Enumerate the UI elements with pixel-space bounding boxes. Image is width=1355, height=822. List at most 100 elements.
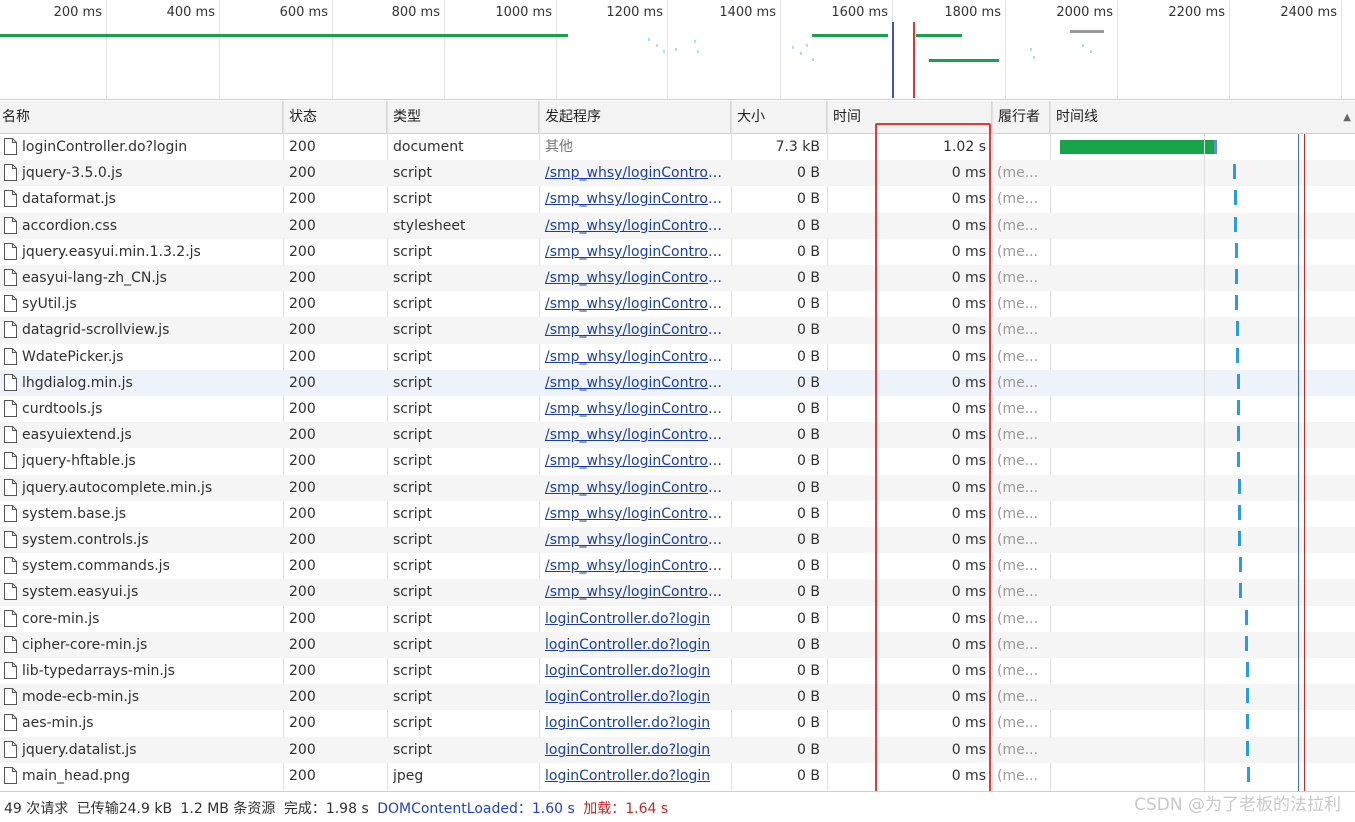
table-row[interactable]: easyuiextend.js 200 script/smp_whsy/loginC… <box>0 422 1355 449</box>
table-row[interactable]: cipher-core-min.js 200 script loginControll… <box>0 631 1355 658</box>
table-row[interactable]: loginController.do?login 200 document 其他 7.3… <box>0 134 1355 160</box>
request-initiator[interactable]: /smp_whsy/loginControll... <box>545 579 725 605</box>
waterfall-bar[interactable] <box>1236 321 1239 337</box>
request-name[interactable]: lhgdialog.min.js <box>22 370 280 396</box>
request-initiator[interactable]: /smp_whsy/loginControll... <box>545 317 725 343</box>
request-initiator[interactable]: loginController.do?login <box>545 684 725 710</box>
request-name[interactable]: loginController.do?login <box>22 134 280 160</box>
request-initiator[interactable]: /smp_whsy/loginControll... <box>545 448 725 474</box>
waterfall-bar[interactable] <box>1245 609 1248 625</box>
table-row[interactable]: jquery.autocomplete.min.js 200 script/smp_… <box>0 474 1355 501</box>
request-initiator[interactable]: /smp_whsy/loginControll... <box>545 553 725 579</box>
column-header-type[interactable]: 类型 <box>387 101 539 134</box>
waterfall-bar[interactable] <box>1246 740 1249 756</box>
column-header-initiator[interactable]: 发起程序 <box>539 101 731 134</box>
request-initiator[interactable]: /smp_whsy/loginControll... <box>545 239 725 265</box>
table-row[interactable]: WdatePicker.js 200 script/smp_whsy/loginCo… <box>0 344 1355 370</box>
column-header-waterfall[interactable]: 时间线 ▲ <box>1050 101 1355 134</box>
request-initiator[interactable]: /smp_whsy/loginControll... <box>545 265 725 291</box>
waterfall-bar[interactable] <box>1235 295 1238 311</box>
table-row[interactable]: main_head.png 200 jpeg loginController.do?l… <box>0 763 1355 789</box>
table-row[interactable]: lhgdialog.min.js 200 script/smp_whsy/login… <box>0 369 1355 396</box>
waterfall-bar[interactable] <box>1239 583 1242 599</box>
request-name[interactable]: system.controls.js <box>22 527 280 553</box>
waterfall-bar[interactable] <box>1237 426 1240 442</box>
request-initiator[interactable]: loginController.do?login <box>545 737 725 763</box>
request-name[interactable]: mode-ecb-min.js <box>22 684 280 710</box>
request-initiator[interactable]: /smp_whsy/loginControll... <box>545 160 725 186</box>
column-header-status[interactable]: 状态 <box>283 101 387 134</box>
request-initiator[interactable]: /smp_whsy/loginControll... <box>545 213 725 239</box>
request-name[interactable]: easyuiextend.js <box>22 422 280 448</box>
request-initiator[interactable]: /smp_whsy/loginControll... <box>545 370 725 396</box>
request-initiator[interactable]: /smp_whsy/loginControll... <box>545 396 725 422</box>
table-row[interactable]: datagrid-scrollview.js 200 script/smp_whsy… <box>0 317 1355 344</box>
request-name[interactable]: system.commands.js <box>22 553 280 579</box>
request-name[interactable]: jquery.easyui.min.1.3.2.js <box>22 239 280 265</box>
request-initiator[interactable]: /smp_whsy/loginControll... <box>545 501 725 527</box>
table-row[interactable]: system.controls.js 200 script/smp_whsy/log… <box>0 527 1355 554</box>
request-name[interactable]: aes-min.js <box>22 710 280 736</box>
request-initiator[interactable]: loginController.do?login <box>545 710 725 736</box>
table-row[interactable]: lib-typedarrays-min.js 200 script loginCont… <box>0 658 1355 684</box>
request-initiator[interactable]: /smp_whsy/loginControll... <box>545 475 725 501</box>
table-row[interactable]: system.commands.js 200 script/smp_whsy/log… <box>0 553 1355 579</box>
column-header-size[interactable]: 大小 <box>731 101 827 134</box>
request-initiator[interactable]: loginController.do?login <box>545 606 725 632</box>
request-initiator[interactable]: loginController.do?login <box>545 763 725 789</box>
table-row[interactable]: curdtools.js 200 script/smp_whsy/loginCont… <box>0 396 1355 422</box>
waterfall-bar[interactable] <box>1234 190 1237 206</box>
table-row[interactable]: aes-min.js 200 script loginController.do?lo… <box>0 710 1355 736</box>
request-name[interactable]: core-min.js <box>22 606 280 632</box>
waterfall-bar[interactable] <box>1246 662 1249 677</box>
request-initiator[interactable]: loginController.do?login <box>545 658 725 684</box>
table-row[interactable]: jquery.easyui.min.1.3.2.js 200 script/smp_… <box>0 239 1355 265</box>
waterfall-bar[interactable] <box>1235 269 1238 284</box>
table-row[interactable]: easyui-lang-zh_CN.js 200 script/smp_whsy/l… <box>0 265 1355 292</box>
request-name[interactable]: datagrid-scrollview.js <box>22 317 280 343</box>
table-row[interactable]: jquery-hftable.js 200 script/smp_whsy/logi… <box>0 448 1355 474</box>
waterfall-bar[interactable] <box>1237 452 1240 468</box>
request-name[interactable]: dataformat.js <box>22 186 280 212</box>
table-row[interactable]: accordion.css 200 stylesheet/smp_whsy/logi… <box>0 212 1355 239</box>
waterfall-bar[interactable] <box>1060 140 1217 154</box>
request-name[interactable]: curdtools.js <box>22 396 280 422</box>
waterfall-bar[interactable] <box>1238 478 1241 494</box>
waterfall-bar[interactable] <box>1246 714 1249 730</box>
table-row[interactable]: system.base.js 200 script/smp_whsy/loginCo… <box>0 501 1355 527</box>
waterfall-bar[interactable] <box>1247 766 1250 782</box>
waterfall-bar[interactable] <box>1234 216 1237 232</box>
request-name[interactable]: jquery-hftable.js <box>22 448 280 474</box>
request-name[interactable]: jquery-3.5.0.js <box>22 160 280 186</box>
request-name[interactable]: jquery.autocomplete.min.js <box>22 475 280 501</box>
column-header-fulfilled-by[interactable]: 履行者 <box>992 101 1050 134</box>
table-row[interactable]: core-min.js 200 script loginController.do?l… <box>0 606 1355 632</box>
waterfall-bar[interactable] <box>1238 504 1241 520</box>
request-name[interactable]: syUtil.js <box>22 291 280 317</box>
request-initiator[interactable]: /smp_whsy/loginControll... <box>545 527 725 553</box>
waterfall-bar[interactable] <box>1245 635 1248 651</box>
request-initiator[interactable]: /smp_whsy/loginControll... <box>545 291 725 317</box>
request-initiator[interactable]: /smp_whsy/loginControll... <box>545 344 725 370</box>
request-name[interactable]: jquery.datalist.js <box>22 737 280 763</box>
table-row[interactable]: syUtil.js 200 script/smp_whsy/loginControl… <box>0 291 1355 317</box>
request-name[interactable]: cipher-core-min.js <box>22 632 280 658</box>
request-name[interactable]: system.base.js <box>22 501 280 527</box>
table-row[interactable]: jquery-3.5.0.js 200 script/smp_whsy/loginC… <box>0 160 1355 187</box>
request-name[interactable]: lib-typedarrays-min.js <box>22 658 280 684</box>
request-name[interactable]: system.easyui.js <box>22 579 280 605</box>
overview-timeline[interactable]: 200 ms 400 ms 600 ms 800 ms 1000 ms 1200 ms 14… <box>0 0 1355 100</box>
request-name[interactable]: main_head.png <box>22 763 280 789</box>
waterfall-bar[interactable] <box>1246 688 1249 704</box>
waterfall-bar[interactable] <box>1237 373 1240 389</box>
waterfall-bar[interactable] <box>1238 531 1241 546</box>
waterfall-bar[interactable] <box>1239 557 1242 573</box>
waterfall-bar[interactable] <box>1237 400 1240 415</box>
request-initiator[interactable]: /smp_whsy/loginControll... <box>545 422 725 448</box>
table-row[interactable]: mode-ecb-min.js 200 script loginController.… <box>0 684 1355 711</box>
request-initiator[interactable]: loginController.do?login <box>545 632 725 658</box>
column-header-name[interactable]: 名称 <box>0 101 283 134</box>
table-row[interactable]: system.easyui.js 200 script/smp_whsy/login… <box>0 579 1355 606</box>
request-name[interactable]: easyui-lang-zh_CN.js <box>22 265 280 291</box>
waterfall-bar[interactable] <box>1236 347 1239 363</box>
